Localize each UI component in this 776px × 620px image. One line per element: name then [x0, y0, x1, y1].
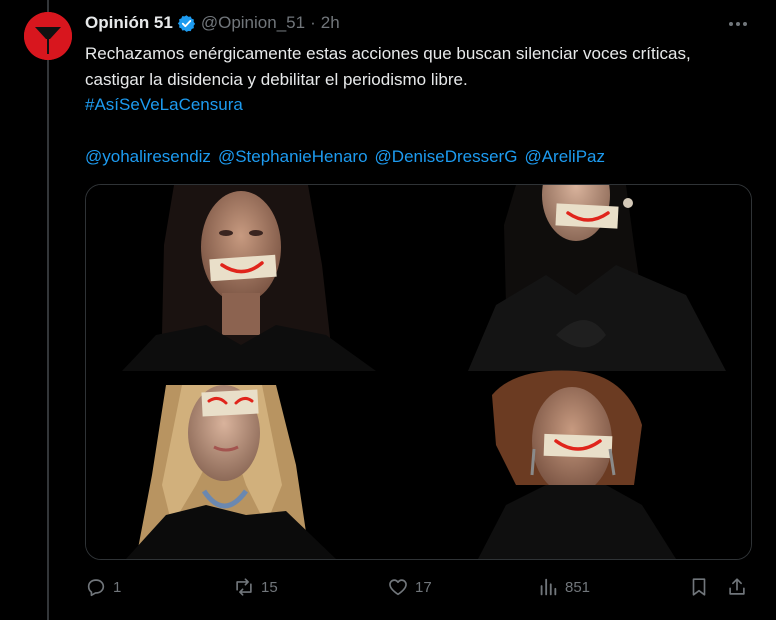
mention-link[interactable]: @AreliPaz: [524, 144, 605, 170]
mention-link[interactable]: @DeniseDresserG: [375, 144, 518, 170]
views-count: 851: [565, 578, 591, 596]
post-header: Opinión 51 @Opinion_51 · 2h: [85, 12, 340, 34]
thread-line: [47, 0, 49, 620]
author-handle[interactable]: @Opinion_51: [201, 13, 305, 33]
repost-count: 15: [261, 578, 278, 596]
reply-count: 1: [113, 578, 122, 596]
bookmark-icon: [692, 578, 706, 596]
more-dots-icon[interactable]: [727, 13, 749, 35]
share-button[interactable]: [726, 576, 748, 598]
post-time[interactable]: 2h: [321, 13, 340, 33]
like-button[interactable]: 17: [387, 576, 432, 598]
repost-button[interactable]: 15: [233, 576, 278, 598]
post-media[interactable]: [85, 184, 752, 560]
mention-link[interactable]: @StephanieHenaro: [218, 144, 368, 170]
post-text: Rechazamos enérgicamente estas acciones …: [85, 44, 691, 89]
avatar[interactable]: [24, 12, 72, 60]
share-icon: [729, 578, 745, 595]
reply-button[interactable]: 1: [85, 576, 121, 598]
mention-link[interactable]: @yohaliresendiz: [85, 144, 211, 170]
hashtag-link[interactable]: #AsíSeVeLaCensura: [85, 92, 243, 118]
like-count: 17: [415, 578, 432, 596]
opinion51-logo-icon: [24, 12, 72, 60]
author-name[interactable]: Opinión 51: [85, 13, 173, 33]
mentions-row: @yohaliresendiz @StephanieHenaro @Denise…: [85, 144, 612, 170]
repost-icon: [236, 578, 252, 596]
heart-icon: [389, 579, 407, 596]
views-bar-icon: [540, 578, 557, 596]
action-bar: 1 15 17 851: [85, 572, 750, 604]
reply-icon: [87, 579, 105, 597]
views-button[interactable]: 851: [537, 576, 590, 598]
bookmark-button[interactable]: [688, 576, 710, 598]
separator-dot: ·: [310, 13, 316, 32]
verified-badge-icon: [177, 14, 195, 32]
media-collage: [86, 185, 751, 559]
